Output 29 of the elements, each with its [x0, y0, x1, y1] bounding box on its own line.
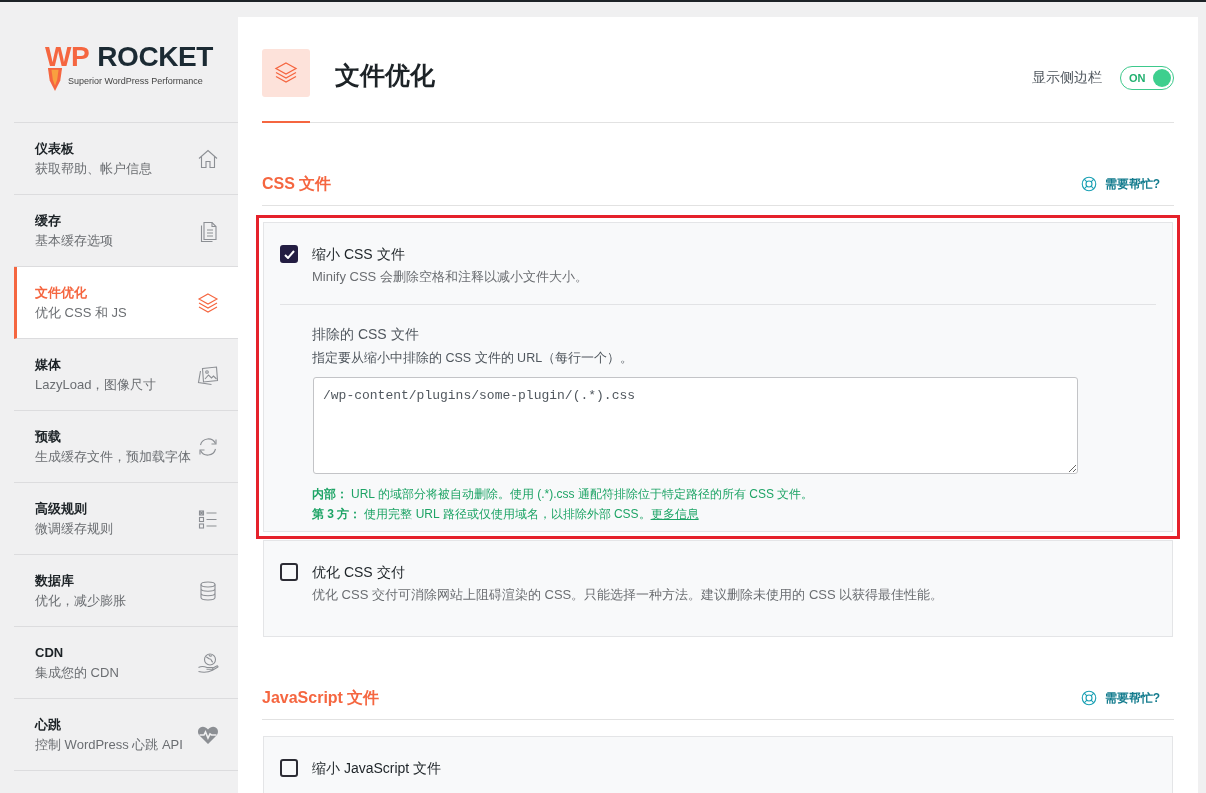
sidebar-item[interactable]: 文件优化 优化 CSS 和 JS — [14, 267, 238, 339]
help-link[interactable]: 需要帮忙? — [1079, 689, 1160, 707]
lifebuoy-icon — [1079, 175, 1098, 193]
section-title: JavaScript 文件 — [262, 688, 380, 708]
toggle-knob-icon — [1153, 69, 1171, 87]
help-note: 第 3 方： 使用完整 URL 路径或仅使用域名，以排除外部 CSS。更多信息 — [312, 506, 700, 523]
globe-on-hand-icon — [196, 650, 220, 675]
checkmark-icon — [283, 249, 295, 259]
checkbox[interactable] — [280, 563, 298, 581]
logo-tagline: Superior WordPress Performance — [67, 75, 203, 87]
help-link[interactable]: 需要帮忙? — [1079, 175, 1160, 193]
help-note: 内部： URL 的域部分将被自动删除。使用 (.*).css 通配符排除位于特定路径的所有 CSS 文件。 — [312, 486, 815, 503]
exclusion-textarea[interactable]: /wp-content/plugins/some-plugin/(.*).css — [313, 377, 1078, 474]
checkbox[interactable] — [280, 759, 298, 777]
page-title: 文件优化 — [335, 60, 435, 91]
option-description: Minify CSS 会删除空格和注释以减小文件大小。 — [312, 268, 588, 286]
option-label: 优化 CSS 交付 — [312, 563, 406, 581]
checkbox[interactable] — [280, 245, 298, 263]
option-description: 优化 CSS 交付可消除网站上阻碍渲染的 CSS。只能选择一种方法。建议删除未使用的 CSS 以获得最佳性能。 — [312, 586, 944, 604]
sidebar-toggle-label: 显示侧边栏 — [1032, 69, 1102, 87]
logo-wordmark: WP ROCKET — [44, 42, 214, 71]
option-label: 缩小 JavaScript 文件 — [312, 759, 442, 777]
field-description: 指定要从缩小中排除的 CSS 文件的 URL（每行一个）。 — [312, 350, 635, 367]
lifebuoy-icon — [1079, 689, 1098, 707]
flame-icon — [46, 67, 63, 91]
option-label: 缩小 CSS 文件 — [312, 245, 406, 263]
layers-icon — [262, 49, 310, 97]
section-title: CSS 文件 — [262, 174, 332, 194]
field-label: 排除的 CSS 文件 — [312, 325, 420, 343]
